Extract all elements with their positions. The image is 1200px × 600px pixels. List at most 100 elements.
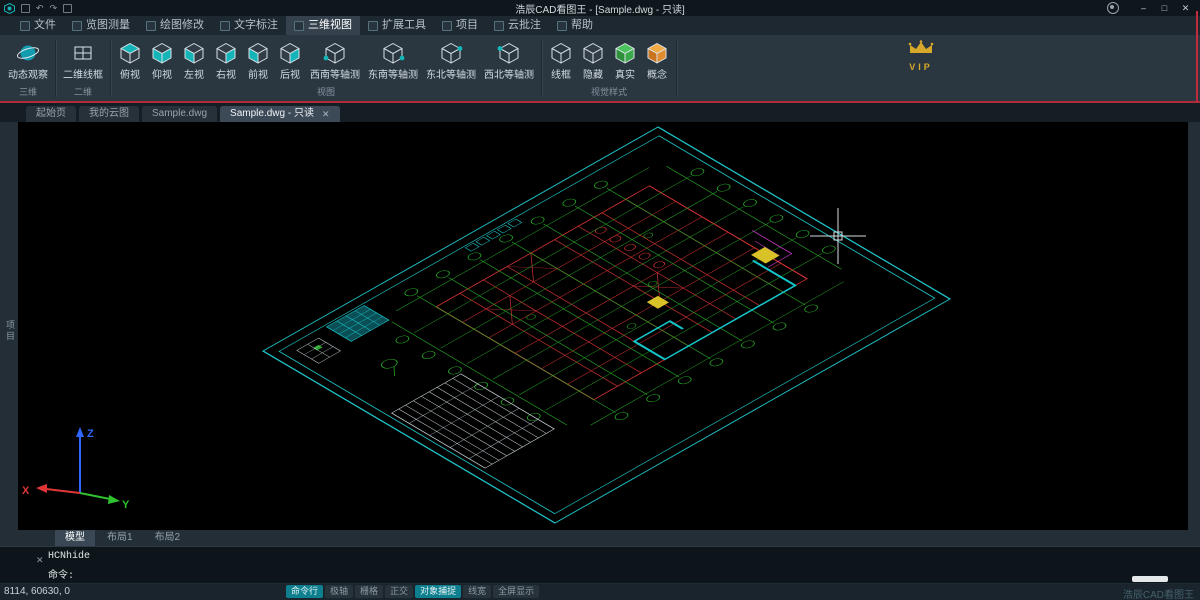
view-right-label: 右视 — [216, 66, 236, 81]
style-hidden-button[interactable]: 隐藏 — [577, 38, 609, 82]
toggle-fullscreen[interactable]: 全屏显示 — [493, 585, 539, 598]
project-menu-icon — [442, 21, 452, 31]
menu-tab-file[interactable]: 文件 — [12, 16, 64, 35]
view-top-button[interactable]: 俯视 — [114, 38, 146, 82]
view-front-button[interactable]: 前视 — [242, 38, 274, 82]
menu-label: 云批注 — [508, 16, 541, 35]
view-nw-iso-label: 西北等轴测 — [484, 66, 534, 81]
tab-my-cloud[interactable]: 我的云图 — [79, 106, 139, 122]
tab-layout2[interactable]: 布局2 — [145, 530, 191, 546]
ribbon-group-3d: 动态观察 三维 — [2, 36, 54, 101]
toggle-lineweight[interactable]: 线宽 — [463, 585, 491, 598]
menu-tab-browse-measure[interactable]: 览图测量 — [64, 16, 138, 35]
orbit-button[interactable]: 动态观察 — [4, 38, 52, 82]
3d-view-icon — [294, 21, 304, 31]
view-left-button[interactable]: 左视 — [178, 38, 210, 82]
cube-back-view-icon — [278, 39, 302, 66]
drawing-canvas[interactable]: Z X Y — [18, 122, 1188, 530]
user-account-icon[interactable] — [1107, 2, 1119, 14]
tab-sample-dwg-readonly[interactable]: Sample.dwg - 只读 ✕ — [220, 106, 339, 122]
toggle-command-line[interactable]: 命令行 — [286, 585, 323, 598]
view-right-button[interactable]: 右视 — [210, 38, 242, 82]
menu-tab-text-annotate[interactable]: 文字标注 — [212, 16, 286, 35]
right-edge-strip — [1188, 122, 1200, 530]
toggle-polar[interactable]: 极轴 — [325, 585, 353, 598]
view-ne-iso-button[interactable]: 东北等轴测 — [422, 38, 480, 82]
view-sw-iso-label: 西南等轴测 — [310, 66, 360, 81]
view-back-button[interactable]: 后视 — [274, 38, 306, 82]
legend-block — [297, 338, 341, 363]
view-bottom-button[interactable]: 仰视 — [146, 38, 178, 82]
title-block-table — [392, 374, 555, 468]
sheet-title-marks — [465, 219, 521, 251]
ribbon-group-label-3d: 三维 — [2, 83, 54, 101]
tab-sample-dwg[interactable]: Sample.dwg — [142, 106, 217, 122]
realistic-style-icon — [613, 39, 637, 66]
hidden-style-icon — [581, 39, 605, 66]
menu-bar: 文件 览图测量 绘图修改 文字标注 三维视图 扩展工具 项目 云批注 帮助 — [0, 16, 1200, 35]
command-panel: ✕ HCNhide 命令: — [0, 546, 1200, 584]
tab-layout1[interactable]: 布局1 — [97, 530, 143, 546]
view-se-iso-button[interactable]: 东南等轴测 — [364, 38, 422, 82]
cloud-annotation-icon — [494, 21, 504, 31]
floor-plan-walls — [436, 186, 807, 400]
conceptual-style-icon — [645, 39, 669, 66]
document-tab-bar: 起始页 我的云图 Sample.dwg Sample.dwg - 只读 ✕ — [0, 103, 1200, 122]
orbit-button-label: 动态观察 — [8, 66, 48, 81]
toggle-grid[interactable]: 栅格 — [355, 585, 383, 598]
tab-model[interactable]: 模型 — [55, 530, 95, 546]
toggle-osnap[interactable]: 对象捕捉 — [415, 585, 461, 598]
menu-tab-project[interactable]: 项目 — [434, 16, 486, 35]
minimize-button[interactable]: – — [1133, 0, 1154, 16]
layout-tab-bar: 模型 布局1 布局2 — [0, 530, 1200, 546]
menu-tab-draw-modify[interactable]: 绘图修改 — [138, 16, 212, 35]
command-close-icon[interactable]: ✕ — [36, 555, 44, 566]
menu-label: 项目 — [456, 16, 478, 35]
maximize-button[interactable]: □ — [1154, 0, 1175, 16]
cube-ne-iso-icon — [439, 39, 463, 66]
cube-bottom-view-icon — [150, 39, 174, 66]
view-sw-iso-button[interactable]: 西南等轴测 — [306, 38, 364, 82]
ribbon-group-label-views: 视图 — [112, 83, 540, 101]
style-wireframe-button[interactable]: 线框 — [545, 38, 577, 82]
tab-close-icon[interactable]: ✕ — [322, 106, 330, 122]
menu-label: 文件 — [34, 16, 56, 35]
undo-icon[interactable]: ↶ — [36, 3, 44, 13]
view-nw-iso-button[interactable]: 西北等轴测 — [480, 38, 538, 82]
view-front-label: 前视 — [248, 66, 268, 81]
vip-button[interactable]: VIP — [898, 40, 944, 72]
style-conceptual-button[interactable]: 概念 — [641, 38, 673, 82]
wireframe-2d-button[interactable]: 二维线框 — [59, 38, 107, 82]
ribbon-separator — [676, 40, 677, 97]
ribbon-group-label-2d: 二维 — [57, 83, 109, 101]
ribbon-group-2d: 二维线框 二维 — [57, 36, 109, 101]
cad-drawing: Z X Y — [18, 122, 1188, 530]
ribbon-group-views: 俯视 仰视 左视 右视 前视 后视 — [112, 36, 540, 101]
menu-label: 览图测量 — [86, 16, 130, 35]
cube-se-iso-icon — [381, 39, 405, 66]
menu-label: 绘图修改 — [160, 16, 204, 35]
toggle-ortho[interactable]: 正交 — [385, 585, 413, 598]
print-icon[interactable] — [63, 4, 72, 13]
cube-left-view-icon — [182, 39, 206, 66]
ucs-icon: Z X Y — [22, 427, 130, 511]
command-history: HCNhide — [48, 551, 90, 562]
menu-tab-cloud-annotation[interactable]: 云批注 — [486, 16, 549, 35]
ribbon-separator — [110, 40, 111, 97]
redo-icon[interactable]: ↷ — [50, 3, 58, 13]
project-panel-tab[interactable]: 项目 — [0, 122, 18, 530]
menu-tab-extended-tools[interactable]: 扩展工具 — [360, 16, 434, 35]
drawing-sheet — [263, 127, 950, 523]
command-input[interactable]: 命令: — [48, 566, 74, 582]
close-button[interactable]: ✕ — [1175, 0, 1196, 16]
status-bar: 8114, 60630, 0 命令行 极轴 栅格 正交 对象捕捉 线宽 全屏显示… — [0, 584, 1200, 600]
zoom-slider[interactable] — [1132, 576, 1168, 582]
menu-tab-3d-view[interactable]: 三维视图 — [286, 16, 360, 35]
tab-start-page[interactable]: 起始页 — [26, 106, 76, 122]
tab-label: 起始页 — [36, 108, 66, 119]
save-icon[interactable] — [21, 4, 30, 13]
ribbon-separator — [55, 40, 56, 97]
wireframe-2d-icon — [71, 39, 95, 66]
menu-tab-help[interactable]: 帮助 — [549, 16, 601, 35]
style-realistic-button[interactable]: 真实 — [609, 38, 641, 82]
